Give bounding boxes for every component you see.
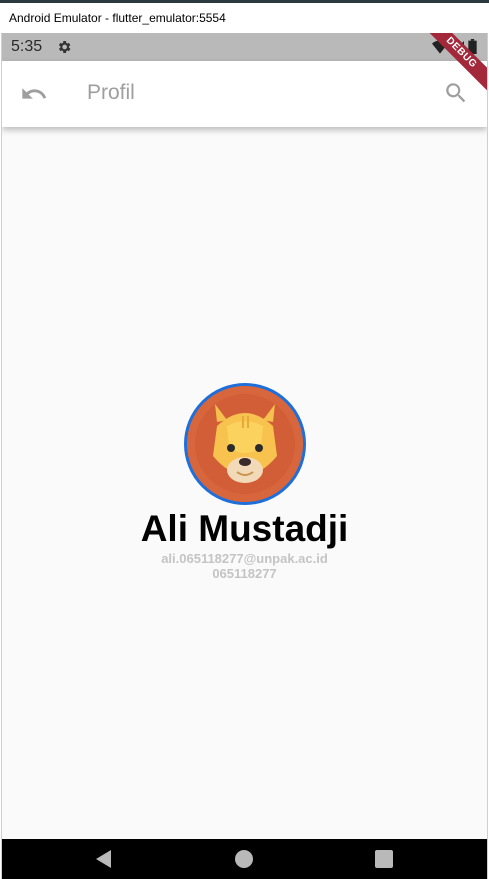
window-title: Android Emulator - flutter_emulator:5554	[9, 11, 226, 25]
back-triangle-icon[interactable]	[95, 850, 113, 868]
gear-icon	[59, 41, 71, 53]
status-time: 5:35	[11, 38, 43, 55]
navigation-bar	[2, 839, 487, 879]
status-bar: 5:35	[2, 33, 487, 61]
profile-email: ali.065118277@unpak.ac.id	[161, 551, 328, 566]
recents-square-icon[interactable]	[375, 850, 393, 868]
search-icon[interactable]	[443, 80, 469, 106]
profile-npm: 065118277	[212, 566, 277, 581]
profile-name: Ali Mustadji	[140, 508, 349, 549]
home-circle-icon[interactable]	[235, 850, 253, 868]
lion-avatar-icon	[186, 386, 303, 502]
app-bar: Profil	[2, 61, 487, 127]
window-titlebar: Android Emulator - flutter_emulator:5554	[0, 0, 489, 33]
avatar	[183, 383, 306, 505]
phone-screen: 5:35 Profil DEBUG Ali Mustadji ali.06511…	[1, 33, 488, 879]
profile-section: Ali Mustadji ali.065118277@unpak.ac.id 0…	[2, 383, 487, 581]
page-title: Profil	[87, 81, 135, 104]
undo-icon[interactable]	[20, 80, 48, 108]
